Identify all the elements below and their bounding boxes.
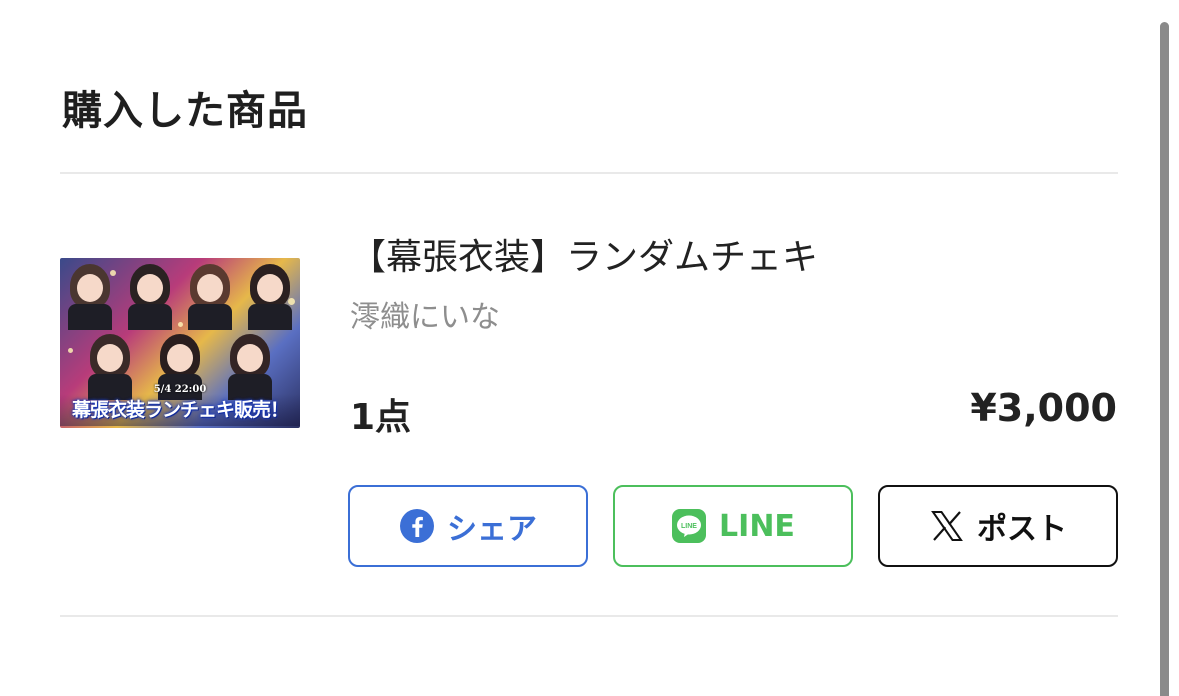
purchase-page: 購入した商品 5/4 22:00 幕張衣装ランチェキ販売！ 【幕張衣装】ランダム… — [0, 0, 1179, 696]
thumbnail-banner-text: 幕張衣装ランチェキ販売！ — [60, 394, 300, 426]
idol-figure — [120, 258, 180, 330]
idol-figure — [60, 258, 120, 330]
idol-figure — [240, 258, 300, 330]
facebook-icon — [399, 508, 435, 544]
line-share-label: LINE — [719, 508, 795, 544]
sparkle — [178, 322, 183, 327]
product-thumbnail[interactable]: 5/4 22:00 幕張衣装ランチェキ販売！ — [60, 258, 300, 428]
seller-name: 澪織にいな — [350, 300, 500, 335]
sparkle — [68, 348, 73, 353]
section-title: 購入した商品 — [62, 88, 308, 134]
facebook-share-label: シェア — [447, 512, 537, 547]
x-post-label: ポスト — [977, 512, 1067, 547]
x-icon — [929, 508, 965, 544]
svg-text:LINE: LINE — [681, 523, 697, 530]
line-share-button[interactable]: LINE LINE — [613, 485, 853, 567]
divider-bottom — [60, 615, 1118, 617]
sparkle — [110, 270, 116, 276]
line-icon: LINE — [671, 508, 707, 544]
x-post-button[interactable]: ポスト — [878, 485, 1118, 567]
facebook-share-button[interactable]: シェア — [348, 485, 588, 567]
idol-figure — [180, 258, 240, 330]
divider-top — [60, 172, 1118, 174]
scrollbar[interactable] — [1160, 22, 1169, 696]
product-name[interactable]: 【幕張衣装】ランダムチェキ — [350, 228, 818, 280]
sparkle — [288, 298, 295, 305]
quantity: 1点 — [350, 397, 412, 438]
price: ¥3,000 — [970, 386, 1117, 430]
